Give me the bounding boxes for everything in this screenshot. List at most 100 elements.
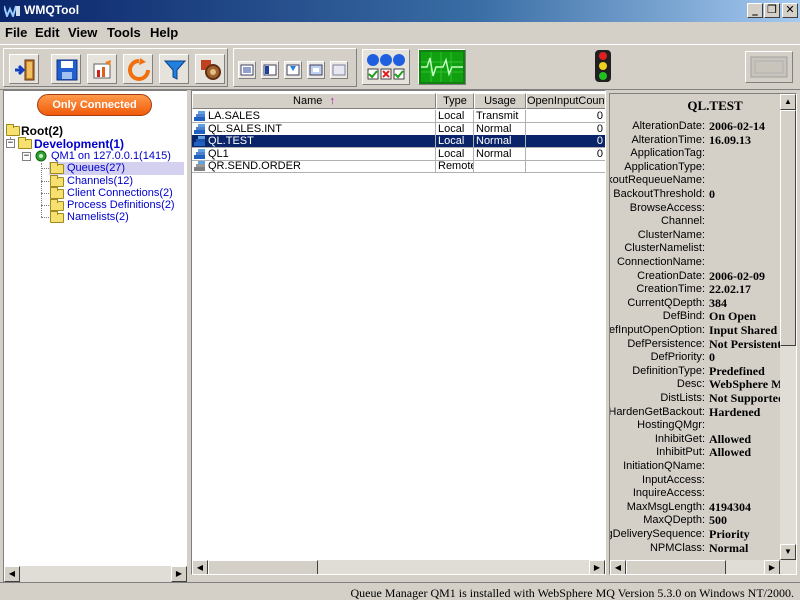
scroll-down-arrow-icon[interactable]: ▼	[780, 544, 796, 560]
refresh-button[interactable]	[123, 54, 153, 84]
tree-namelists[interactable]: Namelists(2)	[49, 211, 184, 224]
properties-hscrollbar[interactable]: ◀ ▶	[610, 560, 796, 574]
property-row: DefInputOpenOption: Input Shared	[610, 323, 780, 337]
tree-hscrollbar[interactable]: ◀ ▶	[4, 566, 187, 582]
properties-vscrollbar[interactable]: ▲ ▼	[780, 94, 796, 560]
scroll-right-arrow-icon[interactable]: ▶	[764, 560, 780, 574]
filter-button[interactable]	[159, 54, 189, 84]
property-row: ClusterNamelist:	[610, 242, 780, 255]
column-header-type[interactable]: Type	[436, 93, 474, 109]
view-tree-icon	[286, 64, 300, 76]
cell-usage-text: Normal	[476, 135, 512, 147]
menu-tools[interactable]: Tools	[107, 25, 141, 40]
scroll-up-arrow-icon[interactable]: ▲	[780, 94, 796, 110]
scroll-right-arrow-icon[interactable]: ▶	[171, 566, 187, 582]
cell-name: LA.SALES	[192, 110, 436, 123]
menu-view[interactable]: View	[68, 25, 97, 40]
cell-name-text: QR.SEND.ORDER	[208, 160, 301, 172]
menu-file[interactable]: File	[5, 25, 27, 40]
column-header-openinputcount[interactable]: OpenInputCount	[526, 93, 605, 109]
scroll-left-arrow-icon[interactable]: ◀	[4, 566, 20, 582]
property-row: InputAccess:	[610, 474, 780, 487]
chart-button[interactable]	[87, 54, 117, 84]
property-key: CreationTime:	[636, 283, 705, 296]
view-blank-button[interactable]	[330, 61, 348, 79]
exit-button[interactable]	[9, 54, 39, 84]
view-detail-button[interactable]	[261, 61, 279, 79]
cell-open-text: 0	[596, 135, 603, 147]
tree-queues[interactable]: Queues(27)	[49, 162, 184, 175]
status-bar: Queue Manager QM1 is installed with WebS…	[0, 582, 800, 600]
view-tree-button[interactable]	[284, 61, 302, 79]
close-button[interactable]: ✕	[782, 3, 798, 18]
cell-type-text: Remote	[438, 160, 474, 172]
tree-line	[41, 205, 49, 206]
property-key: CurrentQDepth:	[627, 296, 705, 309]
column-header-name[interactable]: Name ↑	[192, 93, 436, 109]
cell-open-text: 0	[596, 122, 603, 135]
property-key: BrowseAccess:	[629, 201, 705, 214]
tree-development-label: Development(1)	[34, 137, 125, 151]
save-icon	[56, 59, 78, 81]
property-key: BackoutRequeueName:	[610, 174, 705, 187]
scroll-right-arrow-icon[interactable]: ▶	[589, 560, 605, 574]
property-key: HostingQMgr:	[637, 419, 705, 432]
cell-name-text: LA.SALES	[208, 110, 260, 122]
table-row[interactable]: QL.TEST Local Normal 0	[192, 135, 605, 148]
tree-line	[41, 217, 49, 218]
cell-open	[526, 160, 605, 173]
monitor-button[interactable]	[418, 49, 466, 85]
table-row[interactable]: QL1 Local Normal 0	[192, 147, 605, 161]
cell-type: Local	[436, 122, 474, 136]
properties-title: QL.TEST	[687, 98, 743, 113]
app-logo-icon	[4, 5, 20, 17]
status-text: Queue Manager QM1 is installed with WebS…	[350, 586, 794, 600]
folder-icon	[18, 137, 32, 149]
scroll-thumb[interactable]	[780, 110, 796, 346]
status-lights-button[interactable]	[362, 49, 410, 85]
cell-usage: Normal	[474, 147, 526, 161]
view-list-button[interactable]	[238, 61, 256, 79]
scroll-thumb[interactable]	[208, 560, 318, 574]
panel-button[interactable]	[745, 51, 793, 83]
expand-development-toggle[interactable]: −	[6, 139, 15, 148]
queue-table: Name ↑ Type Usage OpenInputCount LA.SALE…	[191, 90, 606, 575]
cell-open: 0	[526, 110, 605, 123]
cell-type: Remote	[436, 160, 474, 173]
tree-development[interactable]: Development(1)	[18, 137, 188, 151]
property-key: InitiationQName:	[623, 460, 705, 472]
folder-icon	[6, 124, 20, 136]
traffic-light-icon	[595, 50, 611, 82]
cell-type: Local	[436, 110, 474, 123]
save-button[interactable]	[51, 54, 81, 84]
only-connected-button[interactable]: Only Connected	[37, 94, 152, 116]
tree-root[interactable]: Root(2)	[4, 124, 184, 138]
table-row[interactable]: LA.SALES Local Transmit 0	[192, 110, 605, 123]
property-row: HostingQMgr:	[610, 419, 780, 432]
property-key: Channel:	[660, 215, 705, 228]
restore-button[interactable]: ❐	[764, 3, 780, 18]
expand-qmgr-toggle[interactable]: −	[22, 152, 31, 161]
local-queue-icon	[194, 123, 205, 134]
settings-button[interactable]	[195, 54, 225, 84]
property-key: CreationDate:	[637, 269, 705, 282]
table-hscrollbar[interactable]: ◀ ▶	[192, 560, 605, 574]
property-row: AlterationDate: 2006-02-14	[610, 119, 780, 133]
table-row[interactable]: QL.SALES.INT Local Normal 0	[192, 122, 605, 136]
scroll-left-arrow-icon[interactable]: ◀	[610, 560, 626, 574]
property-row: DefPersistence: Not Persistent	[610, 337, 781, 351]
property-key: DefPersistence:	[627, 337, 705, 350]
property-key: AlterationTime:	[631, 133, 705, 146]
view-grid-icon	[309, 64, 323, 76]
view-grid-button[interactable]	[307, 61, 325, 79]
property-key: HardenGetBackout:	[609, 405, 705, 418]
view-list-icon	[240, 64, 254, 76]
table-row[interactable]: QR.SEND.ORDER Remote	[192, 160, 605, 173]
menu-edit[interactable]: Edit	[35, 25, 60, 40]
property-key: ClusterName:	[637, 228, 705, 241]
minimize-button[interactable]: _	[747, 3, 763, 18]
scroll-thumb[interactable]	[626, 560, 726, 574]
menu-help[interactable]: Help	[150, 25, 178, 40]
column-header-usage[interactable]: Usage	[474, 93, 526, 109]
scroll-left-arrow-icon[interactable]: ◀	[192, 560, 208, 574]
